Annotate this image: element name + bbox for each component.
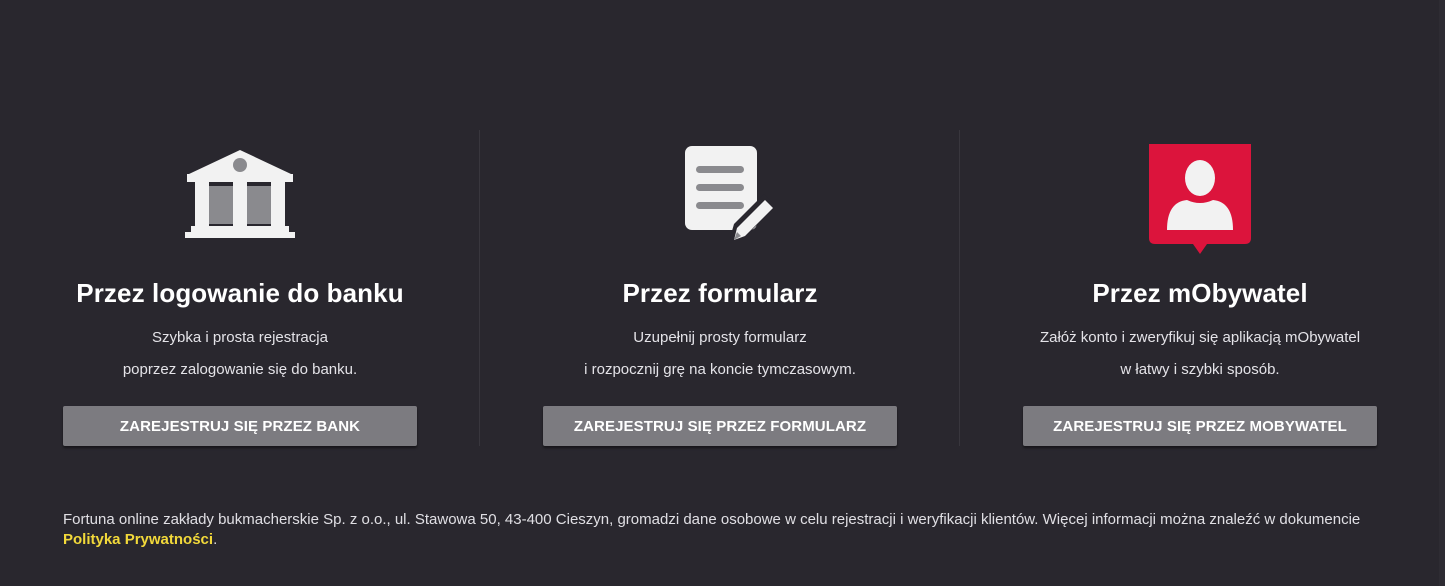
option-title: Przez logowanie do banku	[76, 278, 404, 308]
mobywatel-user-shield-icon	[960, 140, 1440, 260]
register-mobywatel-button[interactable]: ZAREJESTRUJ SIĘ PRZEZ MOBYWATEL	[1023, 406, 1377, 446]
bank-icon	[0, 140, 480, 260]
description-line: poprzez zalogowanie się do banku.	[122, 361, 358, 378]
option-description: Uzupełnij prosty formularz i rozpocznij …	[480, 322, 960, 386]
register-form-button[interactable]: ZAREJESTRUJ SIĘ PRZEZ FORMULARZ	[543, 406, 897, 446]
privacy-policy-link[interactable]: Polityka Prywatności	[63, 531, 213, 548]
option-form: Przez formularz Uzupełnij prosty formula…	[480, 130, 960, 448]
description-line: i rozpocznij grę na koncie tymczasowym.	[584, 361, 856, 378]
option-description: Załóż konto i zweryfikuj się aplikacją m…	[960, 322, 1440, 386]
registration-options: Przez logowanie do banku Szybka i prosta…	[0, 130, 1440, 448]
description-line: w łatwy i szybki sposób.	[1120, 361, 1280, 378]
description-line: Szybka i prosta rejestracja	[152, 329, 328, 346]
privacy-notice-end: .	[213, 531, 218, 548]
option-description: Szybka i prosta rejestracja poprzez zalo…	[0, 322, 480, 386]
privacy-notice-text: Fortuna online zakłady bukmacherskie Sp.…	[63, 511, 1361, 528]
option-mobywatel: Przez mObywatel Załóż konto i zweryfikuj…	[960, 130, 1440, 448]
privacy-notice: Fortuna online zakłady bukmacherskie Sp.…	[63, 510, 1383, 550]
register-bank-button[interactable]: ZAREJESTRUJ SIĘ PRZEZ BANK	[63, 406, 417, 446]
description-line: Uzupełnij prosty formularz	[633, 329, 807, 346]
form-pencil-icon	[480, 140, 960, 260]
option-title: Przez formularz	[622, 278, 818, 308]
option-bank: Przez logowanie do banku Szybka i prosta…	[0, 130, 480, 448]
description-line: Załóż konto i zweryfikuj się aplikacją m…	[1039, 329, 1361, 346]
option-title: Przez mObywatel	[1092, 278, 1308, 308]
